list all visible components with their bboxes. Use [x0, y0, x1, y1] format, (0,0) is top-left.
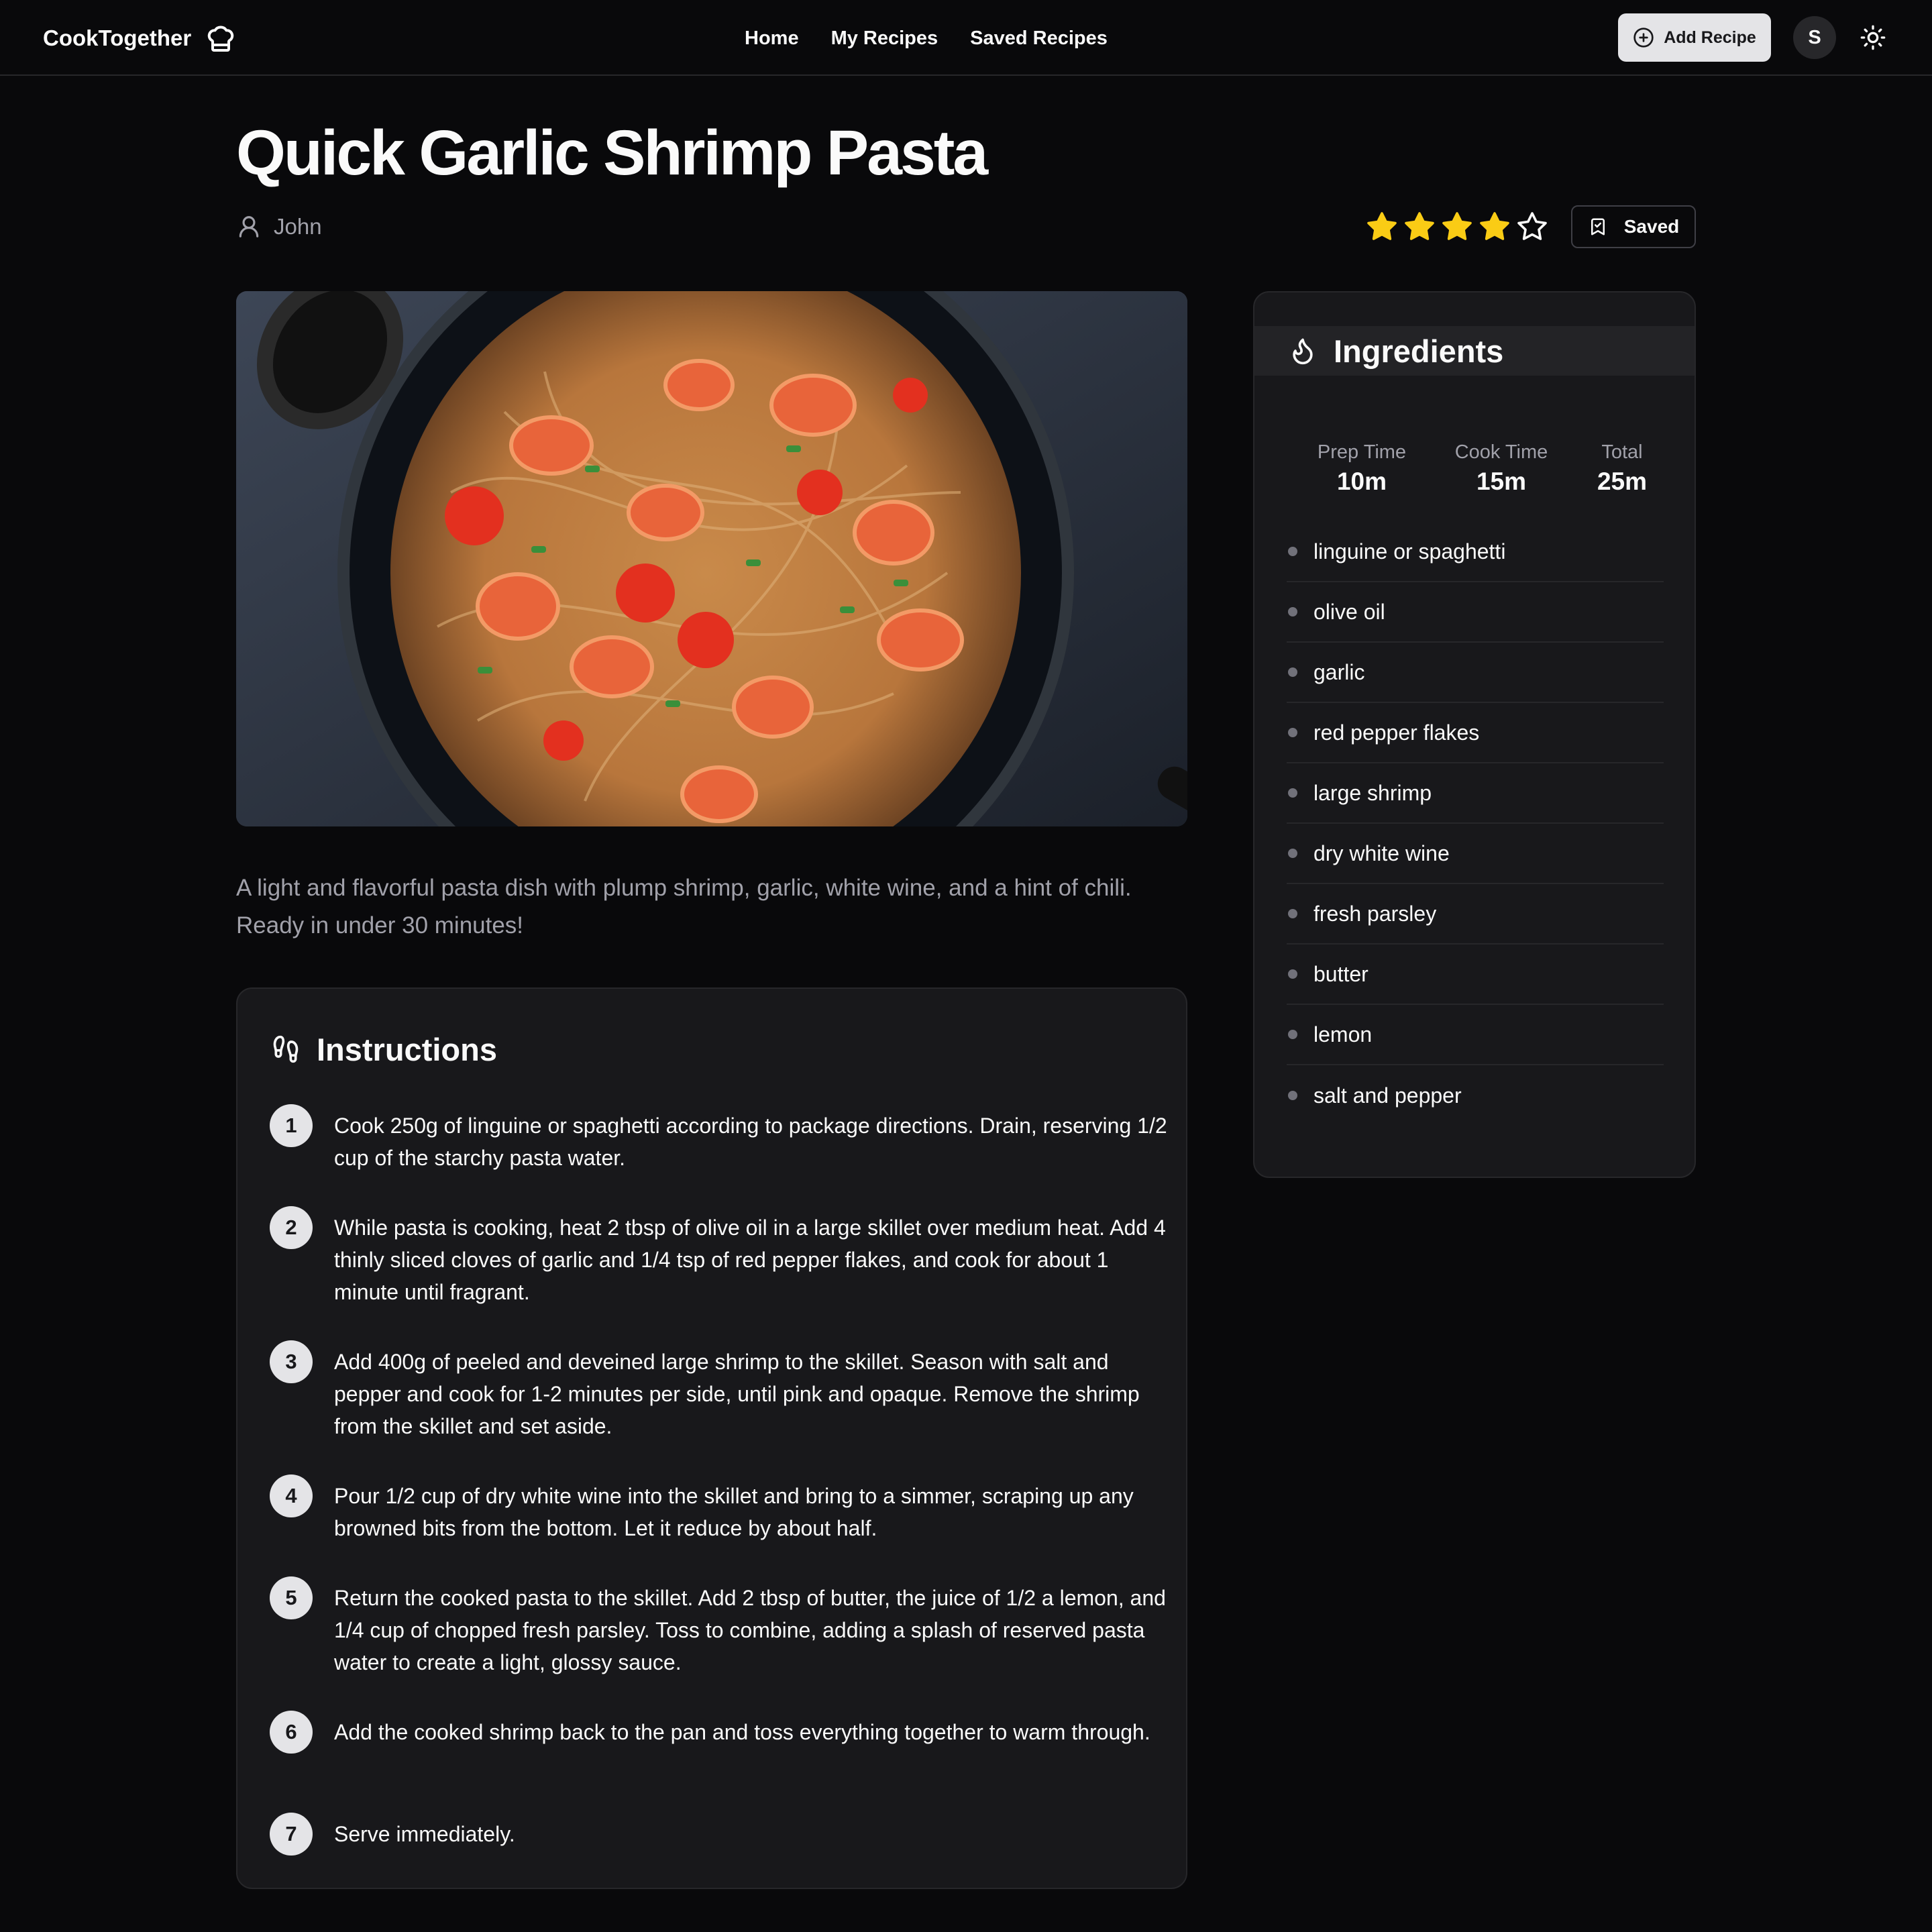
cook-time-label: Cook Time [1454, 441, 1548, 463]
ingredient-item: olive oil [1287, 582, 1664, 643]
step-number: 1 [270, 1104, 313, 1147]
top-navbar: CookTogether Home My Recipes Saved Recip… [0, 0, 1932, 76]
saved-button[interactable]: Saved [1571, 205, 1696, 248]
ingredient-name: olive oil [1313, 599, 1385, 624]
ingredient-item: large shrimp [1287, 763, 1664, 824]
ingredients-header: Ingredients [1254, 326, 1695, 376]
bullet-icon [1288, 607, 1297, 616]
cook-time-value: 15m [1476, 468, 1527, 495]
step-number: 2 [270, 1206, 313, 1249]
recipe-author[interactable]: John [236, 211, 322, 243]
recipe-title: Quick Garlic Shrimp Pasta [236, 117, 988, 189]
sun-icon [1860, 25, 1886, 50]
footprints-icon [273, 1035, 299, 1063]
ingredient-item: fresh parsley [1287, 884, 1664, 945]
total-time-value: 25m [1597, 468, 1648, 495]
step-text: Return the cooked pasta to the skillet. … [334, 1586, 1166, 1674]
ingredient-name: dry white wine [1313, 841, 1450, 865]
instructions-header: Instructions [271, 1029, 497, 1069]
ingredient-name: butter [1313, 961, 1368, 986]
bullet-icon [1288, 1030, 1297, 1039]
instruction-step: 3 Add 400g of peeled and deveined large s… [270, 1340, 1169, 1442]
ingredient-item: linguine or spaghetti [1287, 522, 1664, 582]
bullet-icon [1288, 909, 1297, 918]
chef-hat-icon [208, 25, 234, 52]
main-nav: Home My Recipes Saved Recipes [745, 19, 1108, 58]
prep-time-value: 10m [1336, 468, 1387, 495]
total-time-label: Total [1601, 441, 1643, 463]
step-text: Serve immediately. [334, 1822, 515, 1846]
nav-link-home[interactable]: Home [745, 28, 799, 50]
step-text: While pasta is cooking, heat 2 tbsp of o… [334, 1216, 1166, 1304]
user-avatar[interactable]: S [1793, 16, 1836, 59]
prep-time: Prep Time 10m [1301, 441, 1422, 496]
step-number: 3 [270, 1340, 313, 1383]
instruction-step: 1 Cook 250g of linguine or spaghetti acco… [270, 1104, 1169, 1174]
user-icon [239, 216, 259, 237]
bullet-icon [1288, 849, 1297, 858]
star-filled-icon[interactable] [1366, 211, 1398, 243]
bullet-icon [1288, 1091, 1297, 1100]
ingredient-name: garlic [1313, 659, 1365, 684]
ingredient-name: lemon [1313, 1022, 1373, 1046]
star-filled-icon[interactable] [1441, 211, 1473, 243]
ingredients-title: Ingredients [1334, 333, 1504, 369]
step-number: 6 [270, 1711, 313, 1754]
ingredients-card: Ingredients Prep Time 10m Cook Time 15m … [1253, 291, 1696, 1178]
star-empty-icon[interactable] [1516, 211, 1548, 243]
bullet-icon [1288, 547, 1297, 556]
bullet-icon [1288, 969, 1297, 979]
ingredient-item: garlic [1287, 643, 1664, 703]
saved-label: Saved [1623, 216, 1680, 237]
instruction-step: 7 Serve immediately. [270, 1813, 1169, 1856]
nav-link-saved-recipes[interactable]: Saved Recipes [970, 28, 1108, 50]
step-text: Cook 250g of linguine or spaghetti accor… [334, 1114, 1167, 1170]
step-number: 4 [270, 1474, 313, 1517]
ingredient-name: large shrimp [1313, 780, 1432, 805]
star-filled-icon[interactable] [1403, 211, 1436, 243]
ingredient-item: butter [1287, 945, 1664, 1005]
recipe-photo [236, 291, 1187, 826]
ingredient-name: fresh parsley [1313, 901, 1437, 926]
add-recipe-button[interactable]: Add Recipe [1618, 13, 1771, 62]
recipe-description: A light and flavorful pasta dish with pl… [236, 875, 1132, 938]
ingredient-item: salt and pepper [1287, 1065, 1664, 1126]
add-recipe-label: Add Recipe [1664, 28, 1756, 47]
cook-time: Cook Time 15m [1441, 441, 1562, 496]
total-time: Total 25m [1562, 441, 1682, 496]
bookmark-icon [1591, 218, 1605, 235]
instruction-step: 5 Return the cooked pasta to the skillet.… [270, 1576, 1169, 1678]
ingredient-item: lemon [1287, 1005, 1664, 1065]
ingredient-name: red pepper flakes [1313, 720, 1480, 745]
ingredient-name: salt and pepper [1313, 1083, 1462, 1108]
ingredient-list: linguine or spaghetti olive oil garlic red … [1287, 522, 1664, 1126]
instruction-step: 4 Pour 1/2 cup of dry white wine into the… [270, 1474, 1169, 1544]
bullet-icon [1288, 788, 1297, 798]
step-number: 7 [270, 1813, 313, 1856]
brand-name: CookTogether [43, 25, 192, 50]
step-number: 5 [270, 1576, 313, 1619]
bullet-icon [1288, 728, 1297, 737]
theme-toggle-button[interactable] [1857, 21, 1889, 54]
step-text: Add 400g of peeled and deveined large sh… [334, 1350, 1140, 1438]
step-text: Add the cooked shrimp back to the pan an… [334, 1720, 1150, 1744]
flame-icon [1293, 338, 1313, 365]
prep-time-label: Prep Time [1317, 441, 1407, 463]
ingredient-item: dry white wine [1287, 824, 1664, 884]
brand-logo[interactable]: CookTogether [43, 19, 237, 58]
bullet-icon [1288, 667, 1297, 677]
star-rating[interactable] [1366, 208, 1548, 246]
ingredient-item: red pepper flakes [1287, 703, 1664, 763]
author-name: John [274, 214, 322, 239]
plus-circle-icon [1633, 28, 1654, 48]
step-text: Pour 1/2 cup of dry white wine into the … [334, 1484, 1134, 1540]
instructions-title: Instructions [317, 1031, 497, 1067]
ingredient-name: linguine or spaghetti [1313, 539, 1506, 564]
instructions-card: Instructions 1 Cook 250g of linguine or s… [236, 987, 1187, 1889]
instruction-step: 6 Add the cooked shrimp back to the pan a… [270, 1711, 1169, 1754]
star-filled-icon[interactable] [1479, 211, 1511, 243]
instruction-step: 2 While pasta is cooking, heat 2 tbsp of … [270, 1206, 1169, 1308]
nav-link-my-recipes[interactable]: My Recipes [831, 28, 938, 50]
